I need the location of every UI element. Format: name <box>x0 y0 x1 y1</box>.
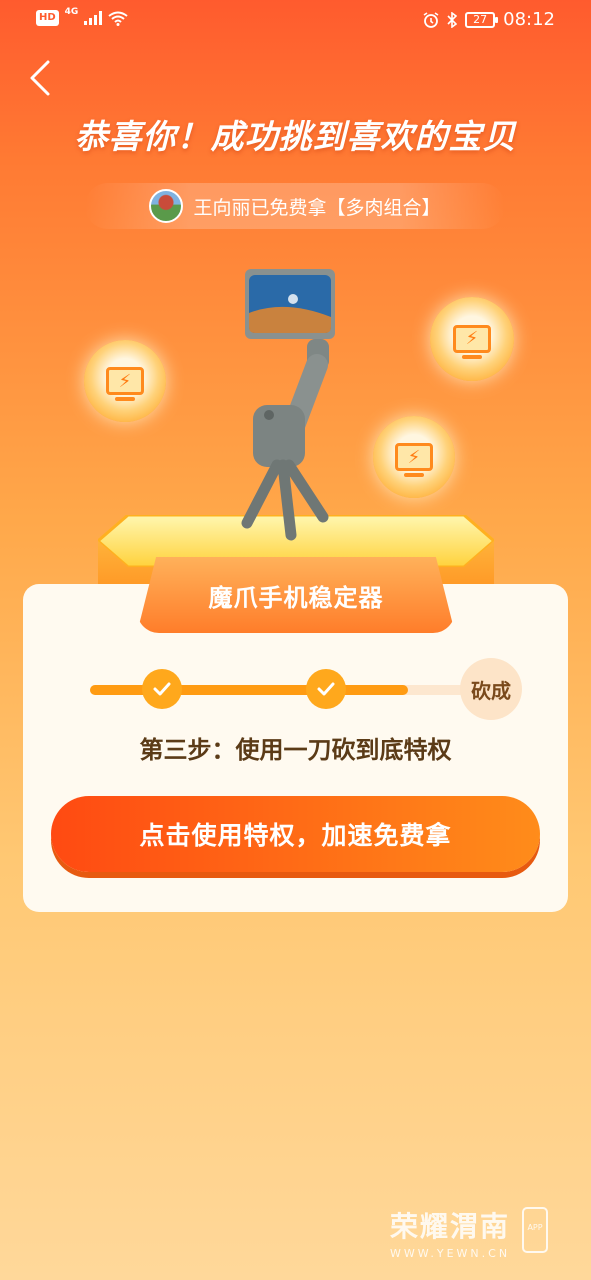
status-left: HD 4G <box>36 7 128 26</box>
product-image <box>241 269 335 541</box>
status-bar: HD 4G 27 08:12 <box>0 0 591 40</box>
alarm-icon <box>423 11 439 28</box>
step-1-check-icon <box>142 669 182 709</box>
clock: 08:12 <box>503 9 555 30</box>
watermark-name: 荣耀渭南 <box>390 1210 511 1243</box>
network-type: 4G <box>64 7 79 17</box>
watermark-url: WWW.YEWN.CN <box>390 1247 511 1260</box>
back-button[interactable] <box>22 58 62 98</box>
signal-icon <box>84 11 103 25</box>
bluetooth-icon <box>447 11 458 28</box>
final-step-badge: 砍成 <box>460 658 522 720</box>
chevron-left-icon <box>30 60 50 96</box>
avatar <box>149 189 184 223</box>
step-2-check-icon <box>306 669 346 709</box>
step-instruction: 第三步：使用一刀砍到底特权 <box>139 736 452 764</box>
progress-fill <box>90 685 409 695</box>
watermark-app-icon: APP <box>522 1207 548 1253</box>
use-privilege-button[interactable]: 点击使用特权，加速免费拿 <box>51 796 540 872</box>
watermark: 荣耀渭南 WWW.YEWN.CN APP <box>390 1205 548 1260</box>
winner-text: 王向丽已免费拿【多肉组合】 <box>193 196 441 219</box>
status-right: 27 08:12 <box>423 9 555 30</box>
battery-level: 27 <box>473 12 488 26</box>
battery-icon: 27 <box>465 11 499 28</box>
product-name: 魔爪手机稳定器 <box>137 557 455 633</box>
progress-bar: 砍成 <box>90 658 522 720</box>
hd-badge: HD <box>36 10 59 26</box>
lightning-orb-icon: ⚡ <box>430 297 514 381</box>
winner-banner: 王向丽已免费拿【多肉组合】 <box>85 183 505 229</box>
lightning-orb-icon: ⚡ <box>373 416 455 498</box>
lightning-orb-icon: ⚡ <box>84 340 166 422</box>
page-title: 恭喜你！成功挑到喜欢的宝贝 <box>74 117 517 156</box>
wifi-icon <box>108 11 128 26</box>
